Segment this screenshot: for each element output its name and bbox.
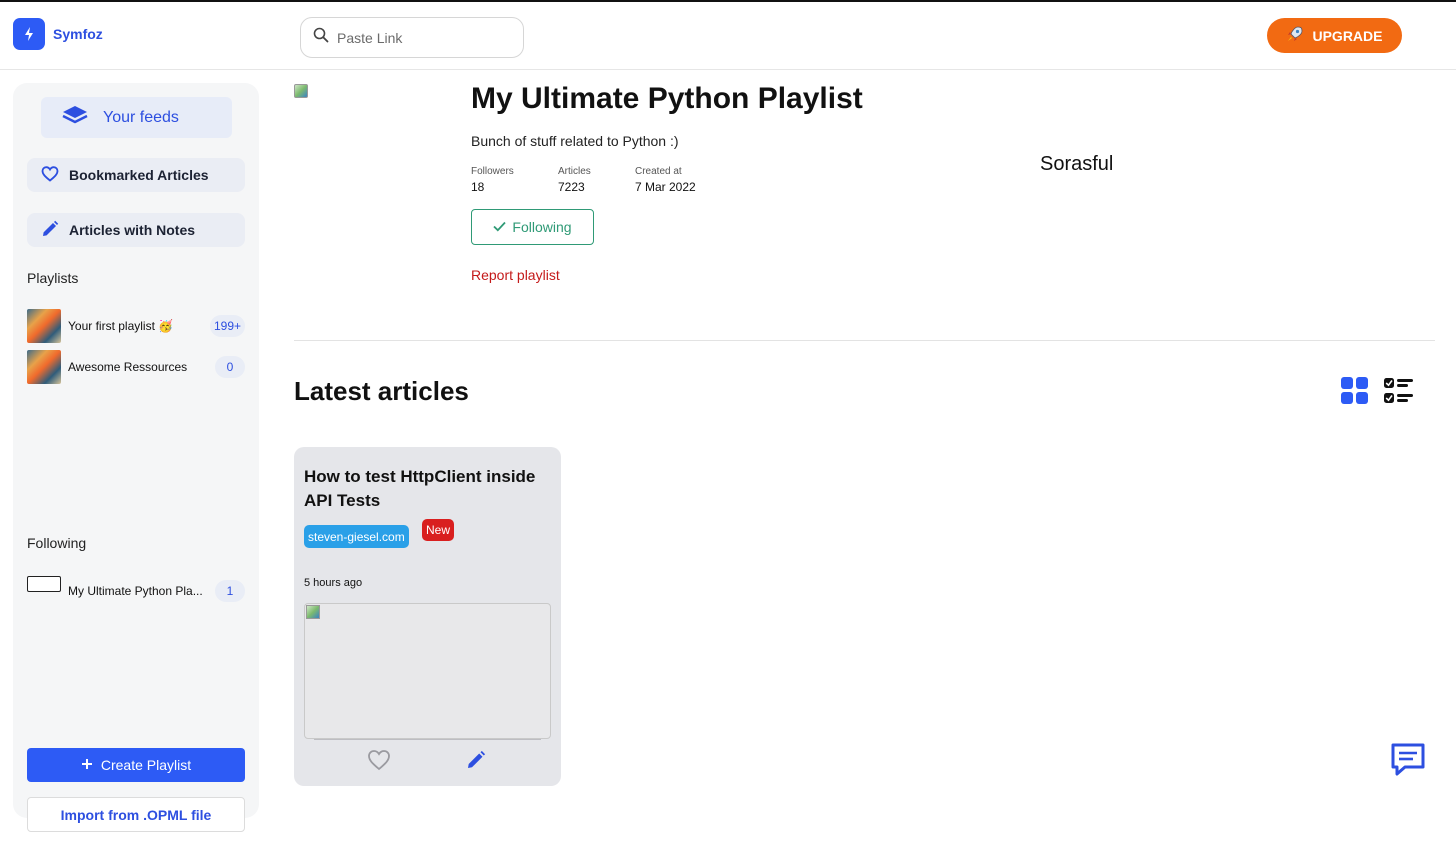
playlist-description: Bunch of stuff related to Python :): [471, 133, 679, 149]
rocket-icon: [1286, 25, 1304, 46]
create-playlist-button[interactable]: Create Playlist: [27, 748, 245, 782]
playlist-count-badge: 199+: [209, 315, 245, 337]
layers-icon: [61, 104, 89, 131]
import-opml-label: Import from .OPML file: [60, 806, 212, 823]
bookmarked-articles-label: Bookmarked Articles: [69, 167, 209, 183]
article-time: 5 hours ago: [304, 577, 363, 589]
latest-articles-heading: Latest articles: [294, 376, 469, 406]
pencil-icon: [41, 220, 59, 241]
stat-created-at: Created at 7 Mar 2022: [635, 166, 696, 194]
articles-with-notes-label: Articles with Notes: [69, 222, 196, 238]
playlist-thumbnail: [27, 350, 61, 384]
following-item[interactable]: My Ultimate Python Pla... 1: [27, 574, 245, 608]
playlist-thumbnail: [27, 309, 61, 343]
import-opml-button[interactable]: Import from .OPML file: [27, 797, 245, 832]
following-heading: Following: [27, 535, 87, 551]
playlist-title: My Ultimate Python Playlist: [471, 82, 863, 115]
your-feeds-button[interactable]: Your feeds: [41, 97, 232, 138]
heart-icon: [41, 165, 59, 185]
card-divider: [314, 739, 541, 740]
stat-value: 7 Mar 2022: [635, 180, 696, 194]
paste-link-input[interactable]: [337, 29, 507, 46]
playlist-owner: Sorasful: [1040, 153, 1114, 175]
stat-value: 18: [471, 180, 485, 194]
upgrade-label: UPGRADE: [1312, 27, 1383, 44]
section-divider: [294, 340, 1435, 341]
app-name: Symfoz: [53, 26, 103, 42]
app-logo[interactable]: Symfoz: [13, 18, 103, 50]
following-label: Following: [512, 219, 572, 235]
article-card[interactable]: How to test HttpClient inside API Tests …: [294, 447, 561, 786]
playlist-cover-image: [294, 84, 308, 98]
list-view-icon[interactable]: [1383, 376, 1415, 406]
top-header: Symfoz UPGRADE: [0, 2, 1456, 70]
report-playlist-link[interactable]: Report playlist: [471, 267, 560, 283]
chat-icon[interactable]: [1389, 741, 1427, 779]
playlist-name: Awesome Ressources: [68, 360, 188, 374]
upgrade-button[interactable]: UPGRADE: [1267, 18, 1402, 53]
stat-label: Followers: [471, 166, 514, 177]
article-image: [304, 603, 551, 739]
stat-value: 7223: [558, 180, 585, 194]
broken-image-icon: [306, 605, 320, 619]
stat-label: Articles: [558, 166, 591, 177]
bolt-icon: [13, 18, 45, 50]
new-badge: New: [422, 519, 455, 541]
playlist-item[interactable]: Your first playlist 🥳 199+: [27, 309, 245, 343]
your-feeds-label: Your feeds: [103, 108, 179, 126]
playlist-thumbnail: [27, 576, 61, 592]
search-icon: [313, 27, 329, 48]
paste-link-search[interactable]: [300, 17, 524, 58]
create-playlist-label: Create Playlist: [100, 757, 192, 773]
article-title[interactable]: How to test HttpClient inside API Tests: [304, 465, 554, 513]
following-count-badge: 1: [215, 580, 245, 602]
bookmarked-articles-button[interactable]: Bookmarked Articles: [27, 158, 245, 192]
sidebar: Your feeds Bookmarked Articles Articles …: [13, 83, 259, 832]
pencil-icon[interactable]: [466, 750, 486, 770]
stat-articles: Articles 7223: [558, 166, 591, 194]
playlists-heading: Playlists: [27, 270, 79, 286]
stat-followers: Followers 18: [471, 166, 514, 194]
plus-icon: [81, 757, 93, 773]
following-name: My Ultimate Python Pla...: [68, 584, 203, 598]
article-source-tag[interactable]: steven-giesel.com: [304, 525, 409, 548]
heart-icon[interactable]: [367, 749, 391, 771]
playlist-name: Your first playlist 🥳: [68, 319, 174, 333]
following-toggle-button[interactable]: Following: [471, 209, 594, 245]
playlist-count-badge: 0: [215, 356, 245, 378]
stat-label: Created at: [635, 166, 682, 177]
grid-view-icon[interactable]: [1340, 376, 1370, 406]
playlist-item[interactable]: Awesome Ressources 0: [27, 350, 245, 384]
check-icon: [493, 219, 507, 235]
articles-with-notes-button[interactable]: Articles with Notes: [27, 213, 245, 247]
